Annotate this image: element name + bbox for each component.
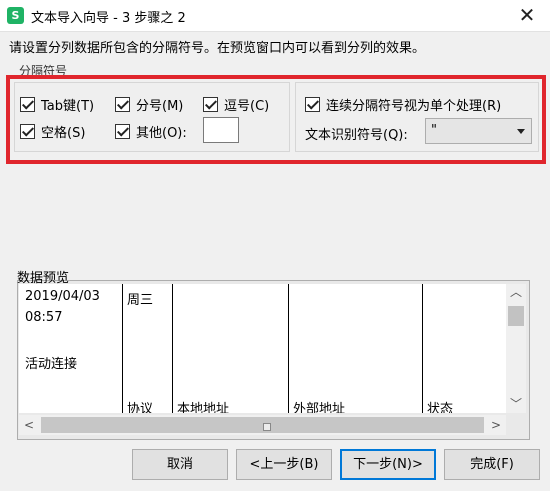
preview-cell: 状态 [427,402,454,413]
tab-checkbox[interactable]: Tab键(T) [20,95,94,114]
title-bar: S 文本导入向导 - 3 步骤之 2 ✕ [0,0,550,32]
preview-cell: 外部地址 [293,402,346,413]
scroll-up-icon[interactable]: ︿ [506,284,526,301]
preview-cell: 协议 [127,402,154,413]
scroll-right-icon[interactable]: > [486,415,506,435]
preview-cell: 本地地址 [177,402,230,413]
checkbox-check-icon [203,97,218,112]
checkbox-check-icon [115,124,130,139]
scroll-left-icon[interactable]: < [19,415,39,435]
preview-cell: 活动连接 [25,357,78,372]
preview-cell: 周三 [127,293,154,308]
next-button[interactable]: 下一步(N)> [340,449,436,480]
text-qualifier-label: 文本识别符号(Q): [305,128,408,143]
column-divider [422,284,423,413]
back-button[interactable]: <上一步(B) [236,449,332,480]
wps-app-icon: S [7,7,24,24]
comma-checkbox[interactable]: 逗号(C) [203,95,269,114]
checkbox-check-icon [20,124,35,139]
text-qualifier-value: " [431,123,437,138]
separators-group-label: 分隔符号 [19,62,68,79]
comma-checkbox-label: 逗号(C) [224,99,270,114]
checkbox-check-icon [20,97,35,112]
semicolon-checkbox-label: 分号(M) [136,99,184,114]
separators-group [14,82,290,152]
vertical-scroll-thumb[interactable] [508,306,524,326]
instruction-text: 请设置分列数据所包含的分隔符号。在预览窗口内可以看到分列的效果。 [9,41,426,56]
preview-cell: 2019/04/03 [25,289,100,304]
vertical-scrollbar[interactable]: ︿ ﹀ [506,284,526,413]
space-checkbox-label: 空格(S) [41,126,86,141]
checkbox-check-icon [115,97,130,112]
other-separator-input[interactable] [203,117,239,143]
preview-cell: 08:57 [25,310,63,325]
space-checkbox[interactable]: 空格(S) [20,122,85,141]
scroll-down-icon[interactable]: ﹀ [506,396,526,413]
consecutive-checkbox-label: 连续分隔符号视为单个处理(R) [326,99,502,114]
horizontal-scroll-thumb[interactable] [41,417,484,433]
consecutive-checkbox[interactable]: 连续分隔符号视为单个处理(R) [305,95,501,114]
preview-grid: 2019/04/03 08:57 活动连接 周三 协议 本地地址 外部地址 状态 [19,284,506,413]
chevron-down-icon [517,129,525,134]
other-checkbox[interactable]: 其他(O): [115,122,187,141]
window-title: 文本导入向导 - 3 步骤之 2 [31,11,186,26]
text-qualifier-select[interactable]: " [425,118,532,144]
cancel-button[interactable]: 取消 [132,449,228,480]
semicolon-checkbox[interactable]: 分号(M) [115,95,183,114]
column-divider [288,284,289,413]
other-checkbox-label: 其他(O): [136,126,187,141]
column-divider [172,284,173,413]
close-button[interactable]: ✕ [504,0,550,32]
checkbox-check-icon [305,97,320,112]
scroll-grip-icon [263,423,271,431]
horizontal-scrollbar[interactable]: < > [19,415,506,435]
tab-checkbox-label: Tab键(T) [41,99,95,114]
finish-button[interactable]: 完成(F) [444,449,540,480]
column-divider [122,284,123,413]
